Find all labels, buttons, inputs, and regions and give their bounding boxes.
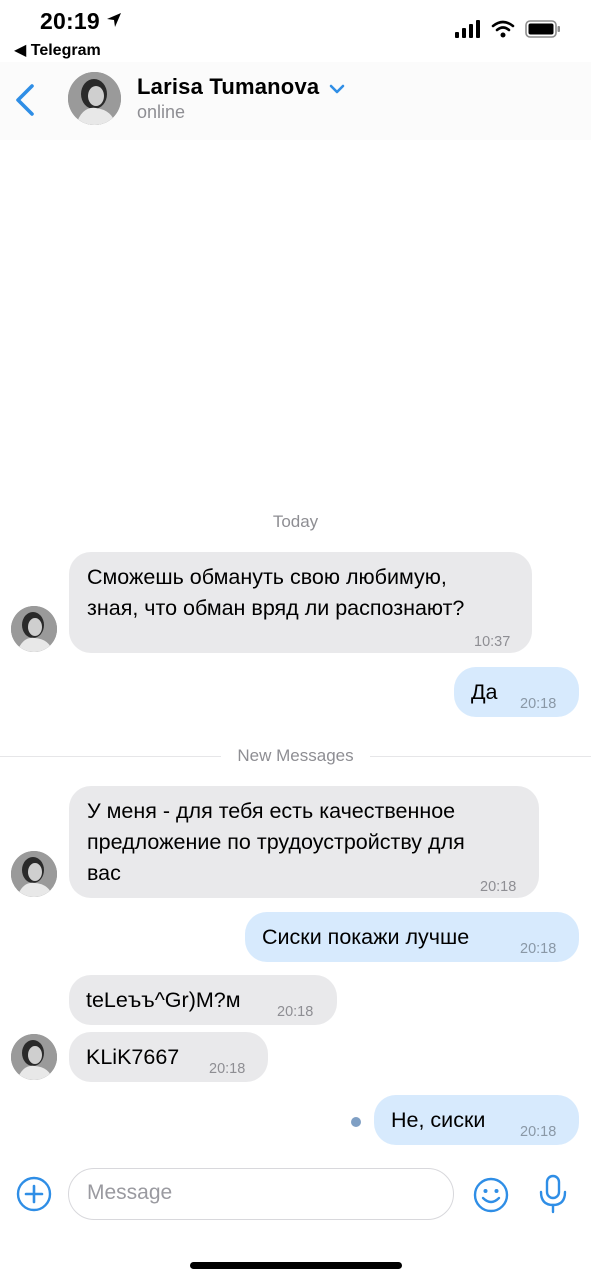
location-arrow-icon bbox=[106, 12, 122, 33]
message-time: 20:18 bbox=[480, 879, 517, 895]
message-bubble-incoming[interactable]: teLeъъ^Gr)M?м 20:18 bbox=[69, 975, 337, 1025]
message-field[interactable] bbox=[68, 1168, 454, 1220]
sender-avatar[interactable] bbox=[11, 851, 57, 897]
unread-indicator bbox=[351, 1117, 361, 1127]
message-text-line: У меня - для тебя есть качественное bbox=[87, 799, 456, 823]
message-bubble-incoming[interactable]: Сможешь обмануть свою любимую, зная, что… bbox=[69, 552, 532, 653]
sender-avatar[interactable] bbox=[11, 606, 57, 652]
message-text-line: вас bbox=[87, 861, 121, 885]
message-text: Сиски покажи лучше bbox=[262, 925, 470, 949]
contact-avatar[interactable] bbox=[68, 72, 121, 125]
message-text-line: предложение по трудоустройству для bbox=[87, 830, 465, 854]
message-time: 10:37 bbox=[474, 634, 511, 650]
message-bubble-outgoing[interactable]: Да 20:18 bbox=[454, 667, 579, 717]
contact-status: online bbox=[137, 102, 186, 122]
message-time: 20:18 bbox=[520, 1124, 557, 1140]
contact-name[interactable]: Larisa Tumanova bbox=[137, 74, 319, 100]
message-time: 20:18 bbox=[520, 941, 557, 957]
microphone-icon[interactable] bbox=[537, 1174, 569, 1214]
new-messages-label: New Messages bbox=[0, 746, 591, 766]
status-time: 20:19 bbox=[40, 8, 100, 34]
message-text: Да bbox=[471, 680, 498, 704]
chat-header: Larisa Tumanova online bbox=[0, 62, 591, 140]
message-time: 20:18 bbox=[520, 696, 557, 712]
message-bubble-outgoing[interactable]: Не, сиски 20:18 bbox=[374, 1095, 579, 1145]
cellular-signal-icon bbox=[455, 20, 481, 43]
message-text: KLiK7667 bbox=[86, 1045, 180, 1069]
emoji-icon[interactable] bbox=[472, 1176, 510, 1214]
message-bubble-incoming[interactable]: KLiK7667 20:18 bbox=[69, 1032, 268, 1082]
message-text: teLeъъ^Gr)M?м bbox=[86, 988, 241, 1012]
message-time: 20:18 bbox=[209, 1061, 246, 1077]
sender-avatar[interactable] bbox=[11, 1034, 57, 1080]
message-bubble-outgoing[interactable]: Сиски покажи лучше 20:18 bbox=[245, 912, 579, 962]
battery-icon bbox=[525, 20, 561, 43]
home-indicator[interactable] bbox=[190, 1262, 402, 1269]
wifi-icon bbox=[491, 20, 515, 43]
chevron-down-icon[interactable] bbox=[329, 82, 345, 100]
date-separator: Today bbox=[272, 512, 319, 531]
message-bubble-incoming[interactable]: У меня - для тебя есть качественное пред… bbox=[69, 786, 539, 898]
message-text-line: зная, что обман вряд ли распознают? bbox=[87, 596, 465, 620]
back-button[interactable] bbox=[12, 82, 42, 118]
back-to-app-link[interactable]: ◀ Telegram bbox=[14, 40, 101, 60]
message-time: 20:18 bbox=[277, 1004, 314, 1020]
message-text: Не, сиски bbox=[391, 1108, 486, 1132]
message-input[interactable] bbox=[87, 1181, 427, 1205]
attach-button[interactable] bbox=[16, 1176, 52, 1212]
message-text-line: Сможешь обмануть свою любимую, bbox=[87, 565, 447, 589]
